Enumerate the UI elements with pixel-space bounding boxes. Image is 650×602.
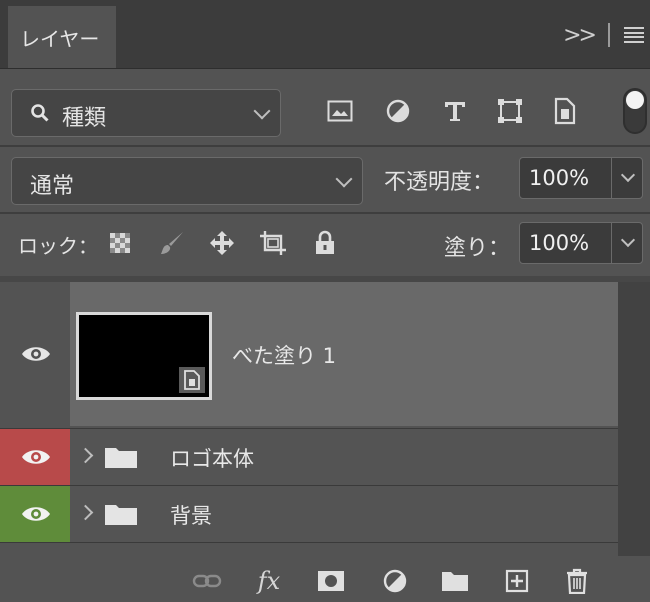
- chevron-down-icon: [253, 102, 271, 120]
- layer-style-icon[interactable]: fx: [252, 566, 286, 596]
- opacity-dropdown-button[interactable]: [611, 158, 642, 198]
- add-mask-icon[interactable]: [314, 566, 348, 596]
- panel-menu-icon[interactable]: [624, 27, 644, 43]
- eye-icon: [21, 504, 51, 528]
- fill-field[interactable]: 100%: [519, 222, 643, 264]
- opacity-field[interactable]: 100%: [519, 157, 643, 199]
- delete-layer-icon[interactable]: [560, 566, 594, 596]
- opacity-value[interactable]: 100%: [529, 166, 589, 190]
- visibility-toggle[interactable]: [0, 486, 70, 542]
- fill-dropdown-button[interactable]: [611, 223, 642, 263]
- chevron-down-icon: [335, 170, 353, 188]
- fill-layer-badge-icon: [179, 367, 205, 393]
- image-filter-icon[interactable]: [325, 96, 355, 126]
- search-icon: [30, 103, 50, 127]
- layer-row[interactable]: ロゴ本体: [0, 428, 618, 486]
- layer-row[interactable]: 背景: [0, 486, 618, 543]
- folder-icon: [104, 445, 138, 473]
- filter-kind-value: 種類: [62, 106, 107, 131]
- fill-value[interactable]: 100%: [529, 231, 589, 255]
- new-group-icon[interactable]: [438, 566, 472, 596]
- layer-name[interactable]: べた塗り 1: [232, 340, 336, 370]
- visibility-toggle[interactable]: [0, 282, 70, 426]
- layer-name[interactable]: 背景: [170, 500, 212, 530]
- blend-mode-select[interactable]: 通常: [11, 157, 363, 205]
- lock-image-pixels-icon[interactable]: [157, 228, 187, 258]
- layer-row[interactable]: べた塗り 1: [0, 282, 618, 426]
- divider: [0, 212, 650, 214]
- tab-layers[interactable]: レイヤー: [8, 6, 116, 68]
- filter-toggle[interactable]: [623, 88, 647, 134]
- link-layers-icon[interactable]: [190, 566, 224, 596]
- visibility-toggle[interactable]: [0, 429, 70, 485]
- layer-thumbnail[interactable]: [76, 312, 212, 400]
- lock-artboard-icon[interactable]: [258, 228, 288, 258]
- bottom-toolbar: fx: [0, 556, 650, 602]
- expand-chevron-icon[interactable]: [77, 447, 94, 464]
- eye-icon: [21, 344, 51, 368]
- lock-all-icon[interactable]: [310, 228, 340, 258]
- eye-icon: [21, 447, 51, 471]
- layers-panel: レイヤー >> 種類 通常 不透明度： 100% ロック： 塗り： 100% べ…: [0, 0, 650, 602]
- lock-label: ロック：: [18, 234, 98, 258]
- layer-name[interactable]: ロゴ本体: [170, 443, 254, 473]
- filter-toggle-knob: [626, 91, 644, 109]
- folder-icon: [104, 502, 138, 530]
- adjustment-filter-icon[interactable]: [383, 96, 413, 126]
- panel-tab-bar: レイヤー >>: [0, 0, 650, 69]
- scrollbar[interactable]: [618, 282, 650, 556]
- new-adjustment-layer-icon[interactable]: [378, 566, 412, 596]
- collapse-icon[interactable]: >>: [563, 23, 597, 48]
- filter-icons: [325, 96, 595, 126]
- opacity-label: 不透明度：: [384, 170, 495, 195]
- lock-position-icon[interactable]: [207, 228, 237, 258]
- lock-transparent-pixels-icon[interactable]: [105, 228, 135, 258]
- blend-mode-value: 通常: [30, 174, 75, 199]
- tabbar-divider: [608, 23, 610, 47]
- expand-chevron-icon[interactable]: [77, 504, 94, 521]
- filter-kind-select[interactable]: 種類: [11, 89, 281, 137]
- chevron-down-icon: [620, 232, 636, 248]
- tab-layers-label: レイヤー: [20, 27, 100, 51]
- new-layer-icon[interactable]: [500, 566, 534, 596]
- shape-filter-icon[interactable]: [495, 96, 525, 126]
- type-filter-icon[interactable]: [440, 96, 470, 126]
- divider: [0, 145, 650, 147]
- smart-object-filter-icon[interactable]: [550, 96, 580, 126]
- layer-list: べた塗り 1 ロゴ本体 背景: [0, 282, 618, 556]
- chevron-down-icon: [620, 167, 636, 183]
- fill-label: 塗り：: [444, 236, 511, 261]
